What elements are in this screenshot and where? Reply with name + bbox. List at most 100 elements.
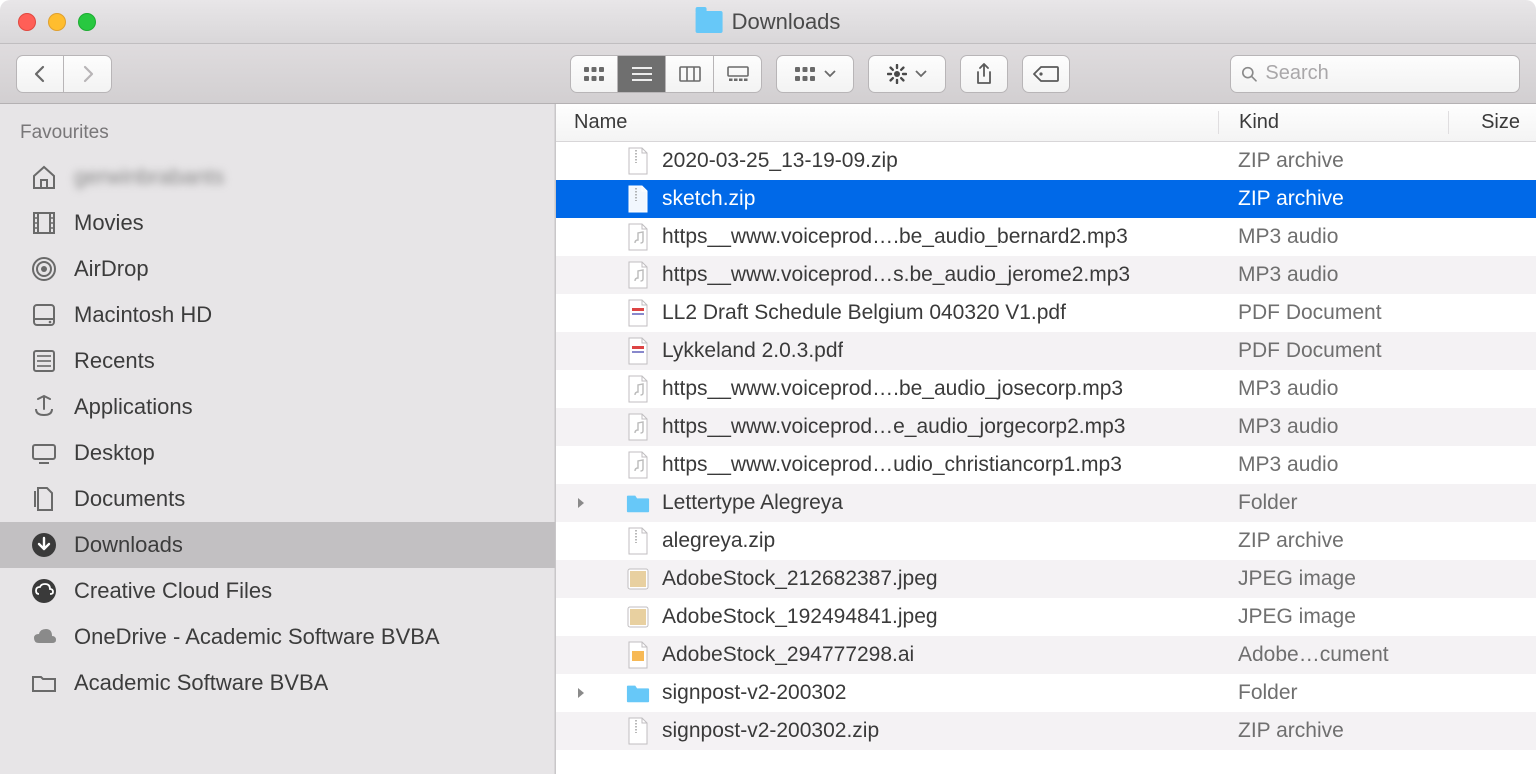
- file-row[interactable]: Lettertype AlegreyaFolder: [556, 484, 1536, 522]
- file-row[interactable]: signpost-v2-200302.zip ZIP archive: [556, 712, 1536, 750]
- audio-file-icon: [626, 261, 650, 289]
- forward-button[interactable]: [64, 55, 112, 93]
- zip-file-icon: [626, 185, 650, 213]
- column-header-name[interactable]: Name: [556, 111, 1218, 134]
- sidebar-item-onedrive-academic-software-bvba[interactable]: OneDrive - Academic Software BVBA: [0, 614, 555, 660]
- disclosure-triangle-icon[interactable]: [574, 497, 588, 509]
- file-name-cell: alegreya.zip: [556, 527, 1218, 555]
- column-view-button[interactable]: [666, 55, 714, 93]
- file-name-cell: https__www.voiceprod….be_audio_josecorp.…: [556, 375, 1218, 403]
- file-kind-label: MP3 audio: [1238, 263, 1338, 286]
- sidebar-item-movies[interactable]: Movies: [0, 200, 555, 246]
- gallery-view-button[interactable]: [714, 55, 762, 93]
- tags-group: [1022, 55, 1070, 93]
- disclosure-triangle-icon[interactable]: [574, 687, 588, 699]
- file-row[interactable]: AdobeStock_212682387.jpegJPEG image: [556, 560, 1536, 598]
- sidebar-item-macintosh-hd[interactable]: Macintosh HD: [0, 292, 555, 338]
- file-name-cell: signpost-v2-200302: [556, 679, 1218, 707]
- folder-icon: [696, 11, 723, 33]
- folder-icon: [28, 667, 60, 699]
- sidebar-item-gerwinbrabants[interactable]: gerwinbrabants: [0, 154, 555, 200]
- sidebar-item-label: Desktop: [74, 440, 155, 466]
- zip-file-icon: [626, 147, 650, 175]
- search-input[interactable]: [1265, 62, 1509, 85]
- sidebar-item-academic-software-bvba[interactable]: Academic Software BVBA: [0, 660, 555, 706]
- minimize-window-button[interactable]: [48, 13, 66, 31]
- arrange-button[interactable]: [776, 55, 854, 93]
- file-kind-label: ZIP archive: [1238, 187, 1344, 210]
- file-row[interactable]: signpost-v2-200302 Folder: [556, 674, 1536, 712]
- tags-button[interactable]: [1022, 55, 1070, 93]
- search-field[interactable]: [1230, 55, 1520, 93]
- file-row[interactable]: https__www.voiceprod….be_audio_bernard2.…: [556, 218, 1536, 256]
- docs-icon: [28, 483, 60, 515]
- file-row[interactable]: alegreya.zip ZIP archive: [556, 522, 1536, 560]
- file-row[interactable]: https__www.voiceprod…s.be_audio_jerome2.…: [556, 256, 1536, 294]
- action-button[interactable]: [868, 55, 946, 93]
- file-name-label: https__www.voiceprod….be_audio_josecorp.…: [662, 377, 1123, 401]
- file-name-label: AdobeStock_212682387.jpeg: [662, 567, 938, 591]
- search-icon: [1241, 65, 1257, 83]
- sidebar-item-airdrop[interactable]: AirDrop: [0, 246, 555, 292]
- share-button[interactable]: [960, 55, 1008, 93]
- file-row[interactable]: 2020-03-25_13-19-09.zipZIP archive: [556, 142, 1536, 180]
- file-name-cell: https__www.voiceprod…udio_christiancorp1…: [556, 451, 1218, 479]
- file-row[interactable]: LL2 Draft Schedule Belgium 040320 V1.pdf…: [556, 294, 1536, 332]
- home-icon: [28, 161, 60, 193]
- file-row[interactable]: AdobeStock_294777298.ai Adobe…cument: [556, 636, 1536, 674]
- file-name-cell: Lettertype Alegreya: [556, 489, 1218, 517]
- file-list[interactable]: 2020-03-25_13-19-09.zipZIP archivesketch…: [556, 142, 1536, 774]
- icon-view-button[interactable]: [570, 55, 618, 93]
- finder-window: Downloads: [0, 0, 1536, 774]
- file-name-label: signpost-v2-200302: [662, 681, 846, 705]
- ai-file-icon: [626, 641, 650, 669]
- zoom-window-button[interactable]: [78, 13, 96, 31]
- back-button[interactable]: [16, 55, 64, 93]
- jpeg-file-icon: [626, 565, 650, 593]
- file-row[interactable]: AdobeStock_192494841.jpegJPEG image: [556, 598, 1536, 636]
- file-name-cell: LL2 Draft Schedule Belgium 040320 V1.pdf: [556, 299, 1218, 327]
- file-name-cell: AdobeStock_294777298.ai: [556, 641, 1218, 669]
- file-name-label: sketch.zip: [662, 187, 755, 211]
- file-kind-label: ZIP archive: [1238, 529, 1344, 552]
- file-row[interactable]: https__www.voiceprod….be_audio_josecorp.…: [556, 370, 1536, 408]
- file-kind-label: Adobe…cument: [1238, 643, 1389, 666]
- file-name-label: Lykkeland 2.0.3.pdf: [662, 339, 843, 363]
- sidebar-item-label: Applications: [74, 394, 193, 420]
- file-kind-label: ZIP archive: [1238, 719, 1344, 742]
- traffic-lights: [18, 13, 96, 31]
- file-name-label: alegreya.zip: [662, 529, 775, 553]
- file-name-cell: 2020-03-25_13-19-09.zip: [556, 147, 1218, 175]
- sidebar-item-applications[interactable]: Applications: [0, 384, 555, 430]
- downloads-icon: [28, 529, 60, 561]
- column-header-kind[interactable]: Kind: [1218, 111, 1448, 134]
- audio-file-icon: [626, 223, 650, 251]
- sidebar-item-documents[interactable]: Documents: [0, 476, 555, 522]
- file-name-label: signpost-v2-200302.zip: [662, 719, 879, 743]
- sidebar-item-label: Recents: [74, 348, 155, 374]
- action-group: [868, 55, 946, 93]
- file-row[interactable]: https__www.voiceprod…udio_christiancorp1…: [556, 446, 1536, 484]
- close-window-button[interactable]: [18, 13, 36, 31]
- main-pane: Name Kind Size 2020-03-25_13-19-09.zipZI…: [556, 104, 1536, 774]
- file-name-cell: AdobeStock_192494841.jpeg: [556, 603, 1218, 631]
- file-row[interactable]: https__www.voiceprod…e_audio_jorgecorp2.…: [556, 408, 1536, 446]
- jpeg-file-icon: [626, 603, 650, 631]
- file-kind-label: Folder: [1238, 681, 1298, 704]
- file-name-cell: https__www.voiceprod….be_audio_bernard2.…: [556, 223, 1218, 251]
- sidebar-item-label: Macintosh HD: [74, 302, 212, 328]
- sidebar-item-downloads[interactable]: Downloads: [0, 522, 555, 568]
- sidebar-item-creative-cloud-files[interactable]: Creative Cloud Files: [0, 568, 555, 614]
- pdf-file-icon: [626, 299, 650, 327]
- sidebar-header-favourites: Favourites: [0, 118, 555, 154]
- file-row[interactable]: Lykkeland 2.0.3.pdfPDF Document: [556, 332, 1536, 370]
- column-header-size[interactable]: Size: [1448, 111, 1536, 134]
- list-view-button[interactable]: [618, 55, 666, 93]
- file-kind-label: MP3 audio: [1238, 225, 1338, 248]
- sidebar-item-desktop[interactable]: Desktop: [0, 430, 555, 476]
- window-title-text: Downloads: [732, 9, 841, 35]
- file-name-label: LL2 Draft Schedule Belgium 040320 V1.pdf: [662, 301, 1066, 325]
- film-icon: [28, 207, 60, 239]
- sidebar-item-recents[interactable]: Recents: [0, 338, 555, 384]
- file-row[interactable]: sketch.zip ZIP archive: [556, 180, 1536, 218]
